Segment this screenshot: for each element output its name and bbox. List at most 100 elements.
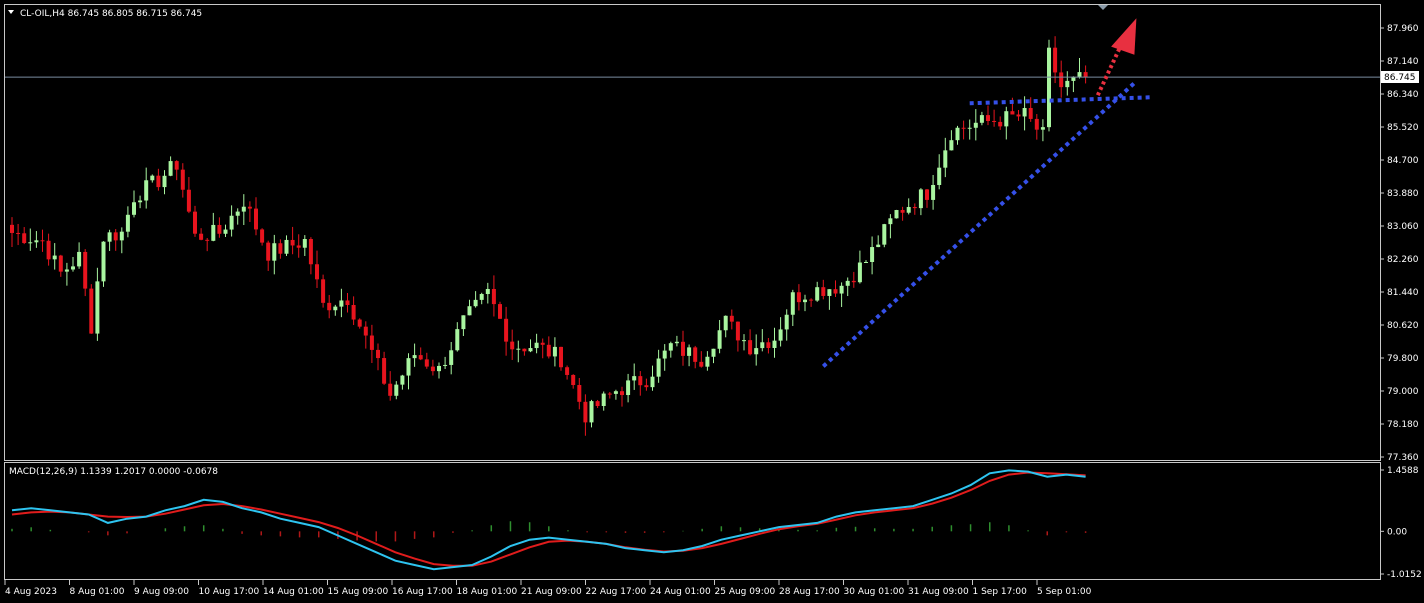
candle-body [735,321,740,341]
macd-layer [11,469,1087,571]
projection-arrow-head-icon [1111,18,1137,55]
candle-body [827,289,832,296]
candle-body [71,266,75,270]
candle-body [400,375,405,385]
candle-body [729,315,734,322]
price-chart[interactable]: 87.960 87.140 86.340 85.520 84.700 83.880 83.0… [0,0,1424,603]
candle-body [193,211,197,234]
candle-body [882,224,887,245]
candle-body [363,326,368,336]
candle-body [1053,47,1058,73]
candle-body [864,262,868,264]
candle-body [949,140,954,151]
candle-body [424,359,429,367]
candle-body [571,374,576,386]
candle-body [1034,118,1039,130]
candle-body [796,292,801,303]
candle-body [430,366,435,372]
price-tick-label: 87.960 [1387,24,1419,34]
candle-body [412,355,417,359]
macd-signal-line [11,471,1086,567]
candle-body [522,348,527,352]
candle-body [229,215,234,230]
candle-body [284,239,289,254]
candle-body [534,342,539,349]
candle-body [1047,47,1051,128]
candle-body [327,302,332,311]
shift-marker-icon[interactable] [1098,5,1108,10]
candle-body [809,299,814,301]
candle-body [125,214,130,232]
time-tick-label: 14 Aug 01:00 [263,587,324,597]
candle-body [40,240,45,242]
candle-body [601,393,606,406]
candle-body [382,358,387,384]
ascending-trendline [821,81,1136,368]
candle-body [437,365,441,372]
dropdown-triangle-icon[interactable] [8,10,14,14]
candle-body [83,251,88,289]
candle-body [613,391,618,394]
price-tick-label: 82.260 [1387,255,1419,265]
candle-body [772,340,777,348]
candle-body [516,348,521,350]
candle-body [845,280,850,286]
candle-body [333,306,338,311]
projection-arrow-line [1095,41,1125,97]
candle-body [241,206,246,212]
candle-body [180,169,185,190]
candle-body [1065,80,1070,88]
symbol-header: CL-OIL,H4 86.745 86.805 86.715 86.745 [20,9,202,19]
candle-body [552,346,557,357]
time-tick-label: 21 Aug 09:00 [521,587,582,597]
candle-body [943,150,948,168]
price-tick-label: 79.000 [1387,387,1419,397]
candle-body [369,335,374,350]
candle-body [479,294,484,300]
candle-body [656,358,661,377]
candle-body [418,355,423,360]
candle-body [546,344,551,357]
candle-body [668,343,673,351]
candle-body [632,376,637,381]
candle-body [211,224,216,241]
candle-body [717,330,722,349]
axis-layer: 87.960 87.140 86.340 85.520 84.700 83.880 83.0… [4,24,1422,597]
current-price-label: 86.745 [1384,73,1416,83]
macd-tick-label: 1.4588 [1387,466,1419,476]
time-tick-label: 5 Sep 01:00 [1037,587,1092,597]
candle-body [1010,111,1015,115]
time-tick-label: 24 Aug 01:00 [650,587,711,597]
candle-body [595,401,600,406]
candle-body [144,180,149,201]
time-tick-label: 8 Aug 01:00 [70,587,125,597]
candle-body [119,231,124,241]
candle-body [674,341,679,344]
time-tick-label: 15 Aug 09:00 [328,587,389,597]
price-tick-label: 85.520 [1387,123,1419,133]
price-tick-label: 84.700 [1387,156,1419,166]
candle-body [199,233,204,240]
macd-header: MACD(12,26,9) 1.1339 1.2017 0.0000 -0.06… [9,467,218,477]
resistance-line [969,95,1153,106]
candle-body [766,342,771,348]
candle-body [577,385,582,402]
candle-body [1004,111,1009,127]
macd-tick-label: 0.00 [1387,527,1407,537]
candle-body [937,167,942,185]
candle-body [1059,72,1064,88]
candle-body [455,329,460,351]
candle-body [784,314,789,330]
candle-body [1022,108,1027,117]
candle-body [101,241,106,282]
candle-body [815,287,820,301]
candle-body [28,242,33,244]
candle-body [912,207,917,209]
candle-body [473,299,478,307]
candle-body [504,318,509,342]
macd-main-line [11,469,1086,571]
candle-body [376,349,380,359]
candle-body [821,287,826,296]
time-tick-label: 18 Aug 01:00 [457,587,518,597]
candle-body [339,300,344,307]
